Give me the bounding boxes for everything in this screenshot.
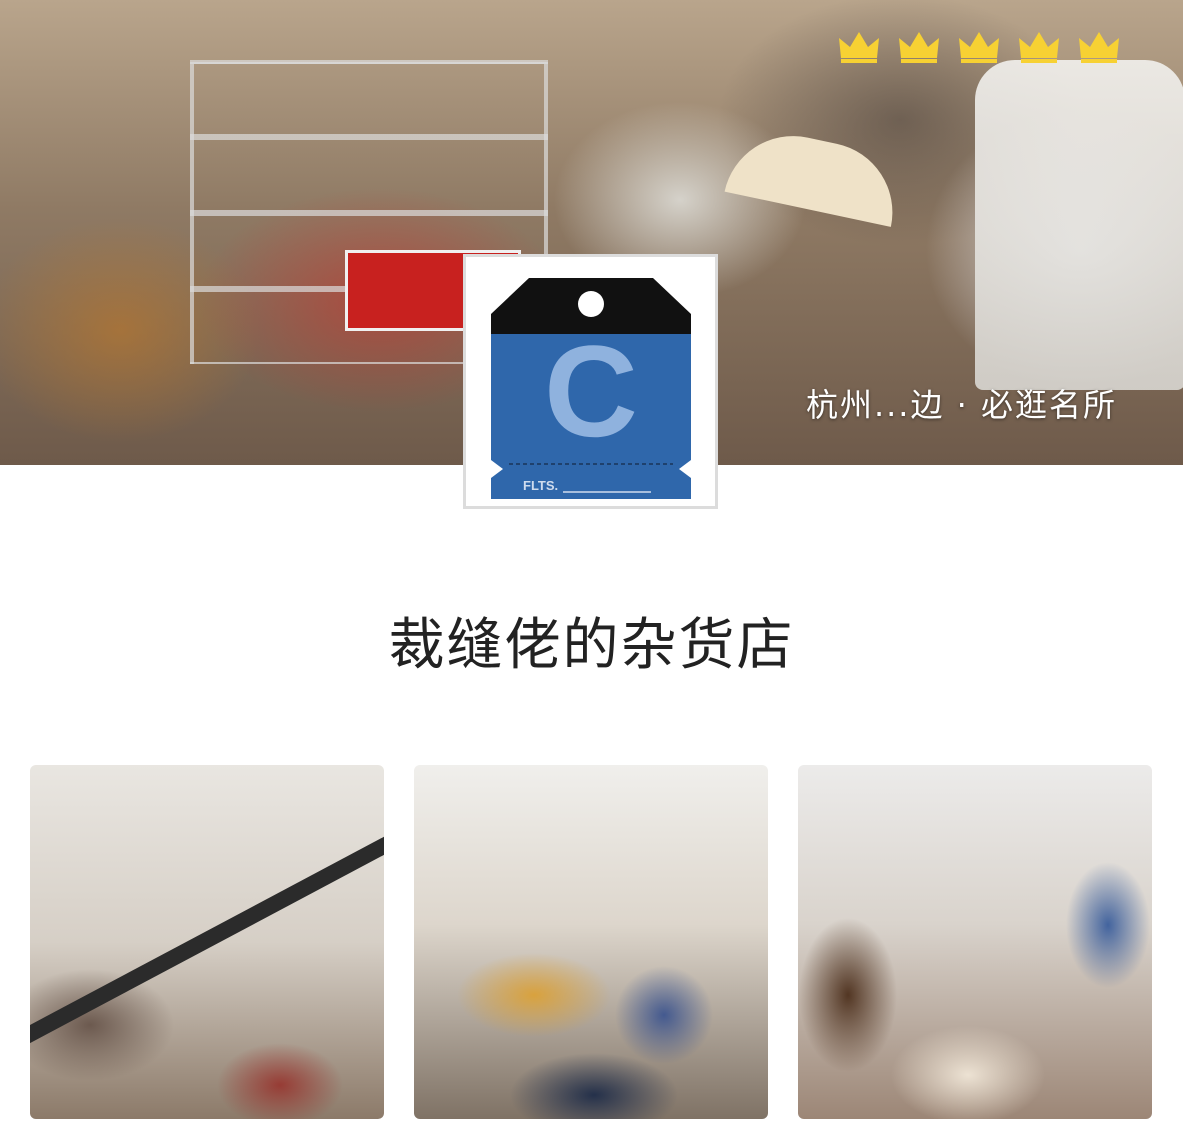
gallery-photo[interactable] <box>414 765 768 1119</box>
crown-icon <box>1019 32 1059 63</box>
tag-logo-icon: C FLTS. <box>490 278 691 499</box>
shop-title: 裁缝佬的杂货店 <box>388 613 795 678</box>
umbrella-image <box>724 123 906 227</box>
shop-logo[interactable]: C FLTS. <box>463 254 718 509</box>
gallery-photo[interactable] <box>30 765 384 1119</box>
crown-icon <box>839 32 879 63</box>
photo-gallery <box>30 765 1152 1119</box>
crown-icon <box>959 32 999 63</box>
logo-tag-text: FLTS. <box>523 478 558 493</box>
crown-icon <box>1079 32 1119 63</box>
hero-caption: 杭州...边 · 必逛名所 <box>805 386 1117 424</box>
jacket-image <box>975 60 1183 390</box>
gallery-photo[interactable] <box>798 765 1152 1119</box>
logo-letter: C <box>544 318 638 464</box>
crown-icon <box>899 32 939 63</box>
rating-crowns <box>838 30 1120 64</box>
